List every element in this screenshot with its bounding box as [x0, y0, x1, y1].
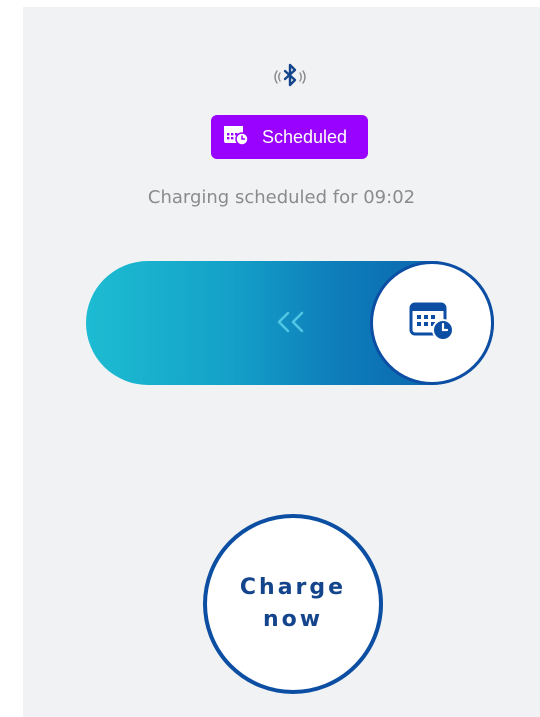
charging-screen: Scheduled Charging scheduled for 09:02 C…: [23, 7, 540, 717]
bluetooth-icon: [270, 57, 310, 97]
double-chevron-left-icon: [274, 307, 308, 337]
charge-now-button[interactable]: Charge now: [203, 514, 383, 694]
calendar-clock-icon: [407, 298, 457, 349]
scheduled-badge-label: Scheduled: [262, 126, 348, 147]
calendar-clock-icon: [223, 124, 249, 151]
slider-knob[interactable]: [370, 261, 494, 385]
charge-now-label: Charge now: [239, 575, 347, 632]
schedule-status-text: Charging scheduled for 09:02: [147, 187, 416, 208]
schedule-slider[interactable]: [86, 261, 494, 385]
scheduled-badge: Scheduled: [211, 115, 368, 159]
